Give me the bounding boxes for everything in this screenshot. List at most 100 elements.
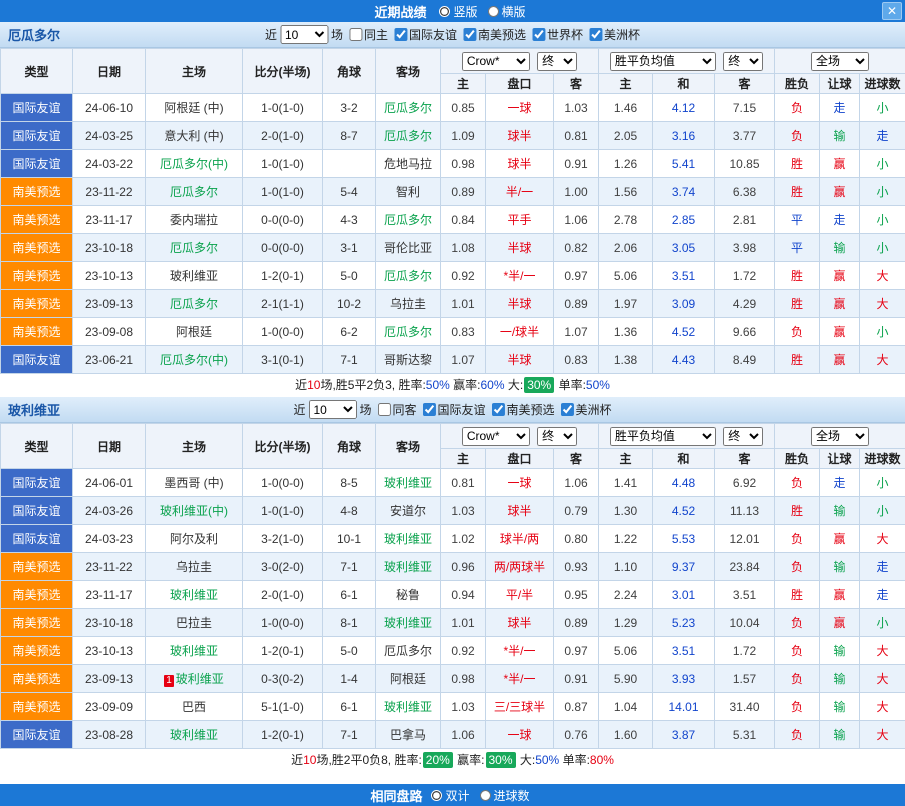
league-filter-option[interactable]: 国际友谊 — [388, 26, 457, 43]
lose-odds: 4.29 — [715, 290, 775, 318]
result-handicap: 赢 — [820, 346, 860, 374]
league-filter-option[interactable]: 南美预选 — [486, 401, 555, 418]
away-team: 哥伦比亚 — [376, 234, 441, 262]
lose-odds: 1.57 — [715, 665, 775, 693]
match-date: 23-09-08 — [73, 318, 146, 346]
same-side-option[interactable]: 同客 — [371, 401, 416, 418]
score: 1-0(1-0) — [243, 497, 323, 525]
ah-home-odds: 0.84 — [441, 206, 486, 234]
odds-final-select[interactable]: 终 — [537, 52, 577, 71]
match-count-select[interactable]: 10 — [280, 25, 328, 44]
match-row: 国际友谊24-03-23阿尔及利3-2(1-0)10-1玻利维亚1.02球半/两… — [1, 525, 905, 553]
league-filter-option[interactable]: 南美预选 — [457, 26, 526, 43]
away-team: 秘鲁 — [376, 581, 441, 609]
summary-segment: 赢率: — [454, 753, 485, 767]
league-filter-option[interactable]: 世界杯 — [526, 26, 583, 43]
win-odds: 1.22 — [599, 525, 653, 553]
layout-vertical-option[interactable]: 竖版 — [439, 3, 477, 20]
same-side-checkbox[interactable] — [377, 403, 390, 416]
period-select[interactable]: 全场 — [811, 52, 869, 71]
period-select[interactable]: 全场 — [811, 427, 869, 446]
result-handicap: 赢 — [820, 290, 860, 318]
home-team: 阿根廷 (中) — [146, 94, 243, 122]
same-side-checkbox[interactable] — [349, 28, 362, 41]
win-odds: 1.38 — [599, 346, 653, 374]
col-ah-away: 客 — [554, 74, 599, 94]
ah-handicap: 球半 — [486, 609, 554, 637]
ah-home-odds: 1.06 — [441, 721, 486, 749]
league-checkbox[interactable] — [492, 403, 505, 416]
match-row: 国际友谊23-08-28玻利维亚1-2(0-1)7-1巴拿马1.06一球0.76… — [1, 721, 905, 749]
result-handicap: 走 — [820, 94, 860, 122]
result-wdl: 胜 — [775, 581, 820, 609]
match-date: 23-11-22 — [73, 178, 146, 206]
draw-odds: 5.53 — [653, 525, 715, 553]
league-checkbox[interactable] — [463, 28, 476, 41]
same-side-option[interactable]: 同主 — [343, 26, 388, 43]
league-filter-option[interactable]: 国际友谊 — [417, 401, 486, 418]
league-checkbox[interactable] — [589, 28, 602, 41]
win-odds: 1.46 — [599, 94, 653, 122]
summary-segment: 10 — [303, 753, 316, 767]
col-result-wdl: 胜负 — [775, 74, 820, 94]
league-checkbox[interactable] — [561, 403, 574, 416]
ah-handicap: 一/球半 — [486, 318, 554, 346]
corner-score: 5-0 — [323, 262, 376, 290]
result-handicap: 输 — [820, 693, 860, 721]
corner-score: 7-1 — [323, 721, 376, 749]
match-type-tag: 国际友谊 — [1, 122, 73, 150]
ah-handicap: 半球 — [486, 234, 554, 262]
result-handicap: 走 — [820, 206, 860, 234]
corner-score: 8-7 — [323, 122, 376, 150]
league-checkbox[interactable] — [532, 28, 545, 41]
ah-handicap: 球半 — [486, 150, 554, 178]
corner-score: 1-4 — [323, 665, 376, 693]
corner-score: 3-1 — [323, 234, 376, 262]
wdl-mode-select[interactable]: 胜平负均值 — [610, 427, 716, 446]
horizontal-radio[interactable] — [488, 6, 499, 17]
col-score: 比分(半场) — [243, 49, 323, 94]
ah-home-odds: 0.96 — [441, 553, 486, 581]
league-filter-option[interactable]: 美洲杯 — [583, 26, 640, 43]
draw-odds: 3.01 — [653, 581, 715, 609]
double-count-radio[interactable] — [431, 790, 442, 801]
league-checkbox[interactable] — [423, 403, 436, 416]
result-handicap: 输 — [820, 553, 860, 581]
corner-score: 7-1 — [323, 346, 376, 374]
goal-count-option[interactable]: 进球数 — [480, 787, 530, 804]
vertical-radio[interactable] — [439, 6, 450, 17]
result-wdl: 负 — [775, 721, 820, 749]
result-handicap: 输 — [820, 122, 860, 150]
wdl-final-select[interactable]: 终 — [723, 52, 763, 71]
score: 1-0(1-0) — [243, 150, 323, 178]
home-team: 阿尔及利 — [146, 525, 243, 553]
result-wdl: 负 — [775, 318, 820, 346]
result-wdl: 负 — [775, 637, 820, 665]
ah-home-odds: 0.81 — [441, 469, 486, 497]
ah-home-odds: 1.08 — [441, 234, 486, 262]
match-count-select[interactable]: 10 — [308, 400, 356, 419]
result-handicap: 输 — [820, 637, 860, 665]
goal-count-radio[interactable] — [480, 790, 491, 801]
col-win: 主 — [599, 449, 653, 469]
double-count-option[interactable]: 双计 — [431, 787, 469, 804]
league-filter-option[interactable]: 美洲杯 — [555, 401, 612, 418]
wdl-final-select[interactable]: 终 — [723, 427, 763, 446]
bookmaker-select[interactable]: Crow* — [462, 427, 530, 446]
ah-home-odds: 0.83 — [441, 318, 486, 346]
away-team: 乌拉圭 — [376, 290, 441, 318]
league-checkbox[interactable] — [394, 28, 407, 41]
lose-odds: 10.04 — [715, 609, 775, 637]
draw-odds: 3.93 — [653, 665, 715, 693]
bookmaker-select[interactable]: Crow* — [462, 52, 530, 71]
draw-odds: 5.23 — [653, 609, 715, 637]
ah-handicap: 半/一 — [486, 178, 554, 206]
odds-final-select[interactable]: 终 — [537, 427, 577, 446]
corner-score: 6-1 — [323, 581, 376, 609]
close-button[interactable]: ✕ — [882, 2, 902, 20]
wdl-mode-select[interactable]: 胜平负均值 — [610, 52, 716, 71]
match-type-tag: 国际友谊 — [1, 94, 73, 122]
layout-horizontal-option[interactable]: 横版 — [488, 3, 526, 20]
away-team: 哥斯达黎 — [376, 346, 441, 374]
ah-handicap: 一球 — [486, 469, 554, 497]
